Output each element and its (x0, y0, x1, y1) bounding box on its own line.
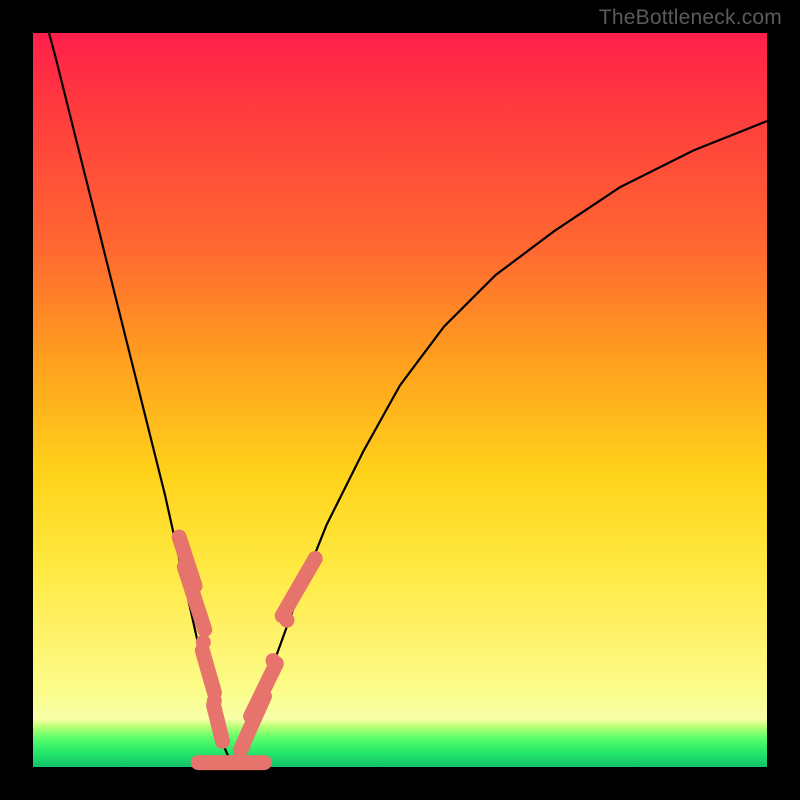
curve-marker-pill (193, 641, 224, 702)
curve-marker-dot (266, 653, 281, 668)
curve-svg (33, 33, 767, 767)
watermark-text: TheBottleneck.com (599, 6, 782, 30)
bottleneck-curve (33, 0, 767, 763)
curve-markers (170, 528, 326, 770)
curve-marker-dot (215, 734, 230, 749)
curve-marker-pill (272, 548, 326, 626)
plot-area (33, 33, 767, 767)
curve-marker-pill (191, 755, 272, 770)
chart-frame: TheBottleneck.com (0, 0, 800, 800)
